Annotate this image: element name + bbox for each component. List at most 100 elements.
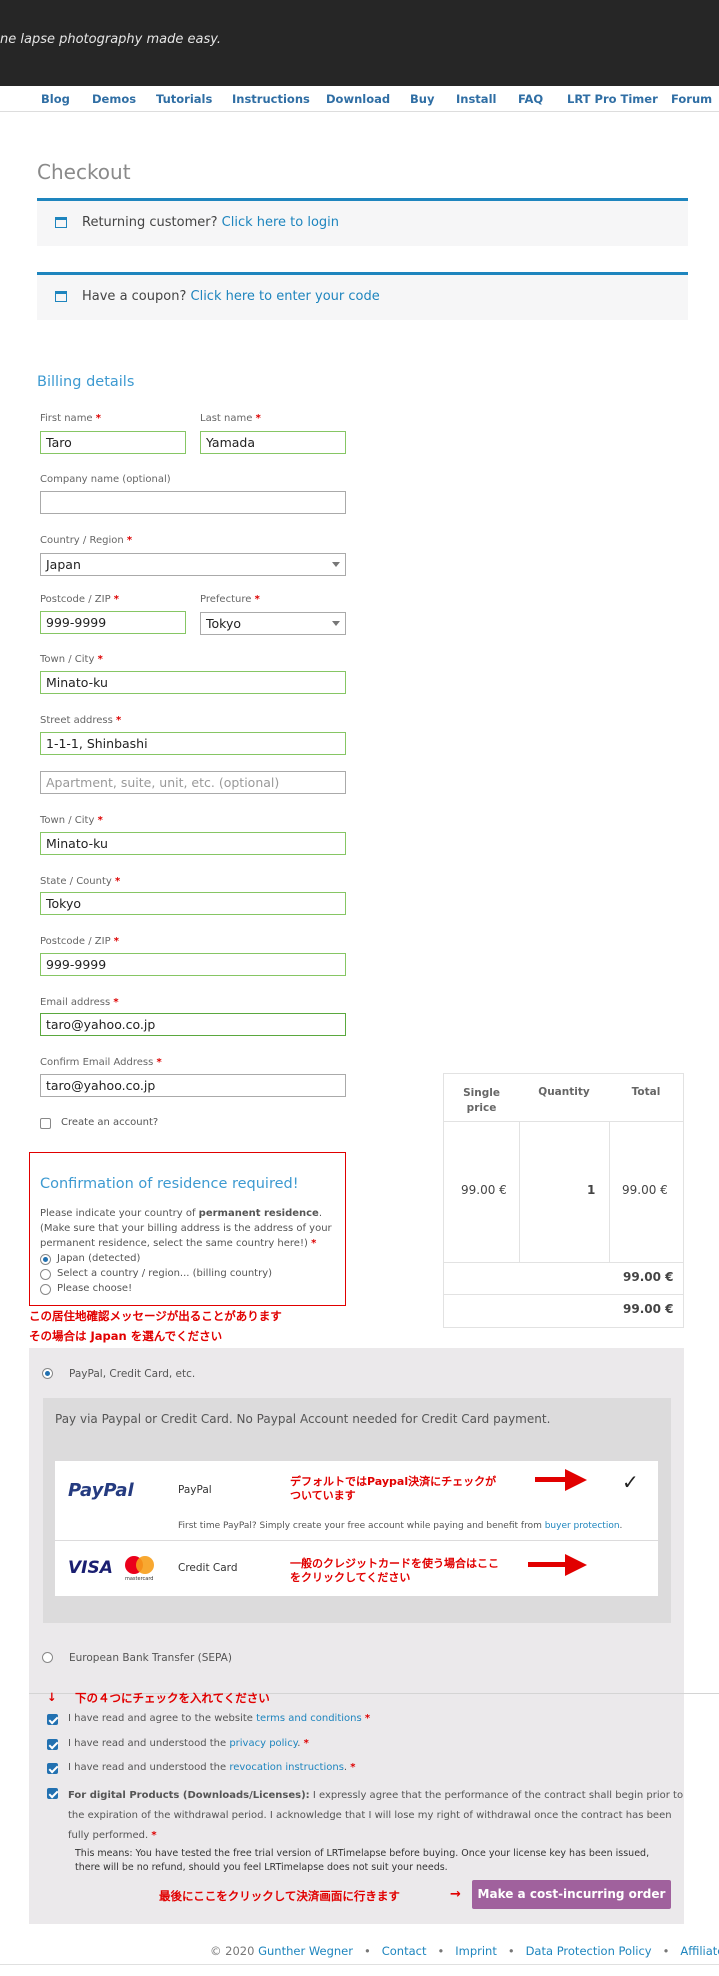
footer-contact-link[interactable]: Contact [382,1944,427,1958]
first-name-label: First name * [40,413,102,424]
nav-blog[interactable]: Blog [41,92,70,106]
apartment-input[interactable]: Apartment, suite, unit, etc. (optional) [40,771,346,794]
residence-confirmation-box: Confirmation of residence required! Plea… [29,1152,346,1306]
street-input[interactable]: 1-1-1, Shinbashi [40,732,346,755]
th-single-price: Single price [463,1087,500,1114]
login-link[interactable]: Click here to login [222,215,339,230]
author-link[interactable]: Gunther Wegner [258,1944,353,1958]
privacy-text: I have read and understood the privacy p… [68,1738,309,1749]
privacy-link[interactable]: privacy policy [229,1738,297,1749]
sepa-radio[interactable] [42,1652,53,1663]
annotation-residence-2: その場合は Japan を選んでください [29,1329,223,1343]
place-order-button[interactable]: Make a cost-incurring order [472,1880,671,1909]
row-price: 99.00 € [461,1183,507,1197]
coupon-notice: Have a coupon? Click here to enter your … [37,272,688,320]
credit-card-card[interactable]: VISA mastercard Credit Card 一般のクレジットカードを… [55,1541,658,1596]
coupon-link[interactable]: Click here to enter your code [191,289,380,304]
state-label: State / County * [40,876,121,887]
create-account-checkbox[interactable] [40,1118,51,1129]
paypal-card[interactable]: PayPal PayPal デフォルトではPaypal決済にチェックが ついていま… [55,1461,658,1540]
residence-text: Please indicate your country of permanen… [40,1208,332,1249]
first-name-input[interactable]: Taro [40,431,186,454]
residence-option-japan-label: Japan (detected) [57,1253,141,1264]
town-label: Town / City * [40,654,103,665]
order-review-table: Single price Quantity Total 99.00 € 1 99.… [443,1073,684,1328]
annotation-residence-1: この居住地確認メッセージが出ることがあります [29,1309,282,1323]
window-icon [55,291,67,302]
confirm-email-input[interactable]: taro@yahoo.co.jp [40,1074,346,1097]
sepa-option-label: European Bank Transfer (SEPA) [69,1652,232,1664]
grand-total-value: 99.00 € [623,1302,674,1316]
revocation-text: I have read and understood the revocatio… [68,1762,356,1773]
nav-forum[interactable]: Forum [671,92,712,106]
means-text: This means: You have tested the free tri… [75,1848,650,1873]
company-input[interactable] [40,491,346,514]
annotation-order: 最後にここをクリックして決済画面に行きます [159,1889,400,1903]
nav-download[interactable]: Download [326,92,390,106]
residence-option-select-label: Select a country / region... (billing co… [57,1268,273,1279]
th-quantity: Quantity [538,1086,590,1098]
credit-card-label: Credit Card [178,1562,238,1574]
page-title: Checkout [37,160,131,184]
main-nav: Blog Demos Tutorials Instructions Downlo… [0,86,719,112]
chevron-down-icon [332,621,340,626]
nav-tutorials[interactable]: Tutorials [156,92,212,106]
company-label: Company name (optional) [40,474,171,485]
annotation-check: 下の４つにチェックを入れてください [75,1691,270,1705]
paypal-sub-text: First time PayPal? Simply create your fr… [178,1521,623,1531]
country-select[interactable]: Japan [40,553,346,576]
nav-instructions[interactable]: Instructions [232,92,310,106]
residence-option-choose-label: Please choose! [57,1283,133,1294]
privacy-checkbox[interactable] [47,1739,58,1750]
paypal-logo: PayPal [68,1480,134,1501]
residence-heading: Confirmation of residence required! [40,1176,299,1192]
residence-option-select[interactable] [40,1269,51,1280]
create-account-label: Create an account? [61,1117,159,1128]
prefecture-label: Prefecture * [200,594,260,605]
prefecture-select[interactable]: Tokyo [200,612,346,635]
footer-affiliate-link[interactable]: Affiliate [680,1944,719,1958]
residence-option-japan[interactable] [40,1254,51,1265]
paypal-option-label: PayPal, Credit Card, etc. [69,1368,196,1380]
returning-text: Returning customer? [82,215,218,230]
th-total: Total [631,1086,661,1098]
terms-text: I have read and agree to the website ter… [68,1713,371,1724]
footer-privacy-link[interactable]: Data Protection Policy [526,1944,652,1958]
last-name-input[interactable]: Yamada [200,431,346,454]
nav-demos[interactable]: Demos [92,92,136,106]
email-input[interactable]: taro@yahoo.co.jp [40,1013,346,1036]
country-label: Country / Region * [40,535,133,546]
subtotal-value: 99.00 € [623,1270,674,1284]
row-quantity: 1 [587,1183,596,1197]
site-tagline: ne lapse photography made easy. [0,32,222,47]
postcode2-input[interactable]: 999-9999 [40,953,346,976]
postcode-input[interactable]: 999-9999 [40,611,186,634]
paypal-radio[interactable] [42,1368,53,1379]
nav-install[interactable]: Install [456,92,496,106]
town-input[interactable]: Minato-ku [40,671,346,694]
digital-products-checkbox[interactable] [47,1788,58,1799]
state-input[interactable]: Tokyo [40,892,346,915]
footer-imprint-link[interactable]: Imprint [455,1944,497,1958]
terms-link[interactable]: terms and conditions [256,1713,362,1724]
buyer-protection-link[interactable]: buyer protection [545,1521,620,1531]
revocation-checkbox[interactable] [47,1763,58,1774]
billing-heading: Billing details [37,374,135,390]
residence-option-choose[interactable] [40,1284,51,1295]
annotation-paypal: デフォルトではPaypal決済にチェックが ついています [290,1475,497,1502]
nav-lrt-pro-timer[interactable]: LRT Pro Timer [567,92,658,106]
revocation-link[interactable]: revocation instructions [229,1762,344,1773]
digital-products-text: For digital Products (Downloads/Licenses… [68,1790,684,1841]
annotation-order-arrow: → [450,1887,461,1902]
paypal-label: PayPal [178,1484,212,1496]
terms-checkbox[interactable] [47,1714,58,1725]
nav-buy[interactable]: Buy [410,92,434,106]
postcode-label: Postcode / ZIP * [40,594,120,605]
footer: © 2020 Gunther Wegner • Contact • Imprin… [210,1944,719,1958]
town2-input[interactable]: Minato-ku [40,832,346,855]
annotation-check-arrow: ↓ [47,1690,57,1704]
nav-faq[interactable]: FAQ [518,92,543,106]
email-label: Email address * [40,997,119,1008]
confirm-email-label: Confirm Email Address * [40,1057,162,1068]
window-icon [55,217,67,228]
